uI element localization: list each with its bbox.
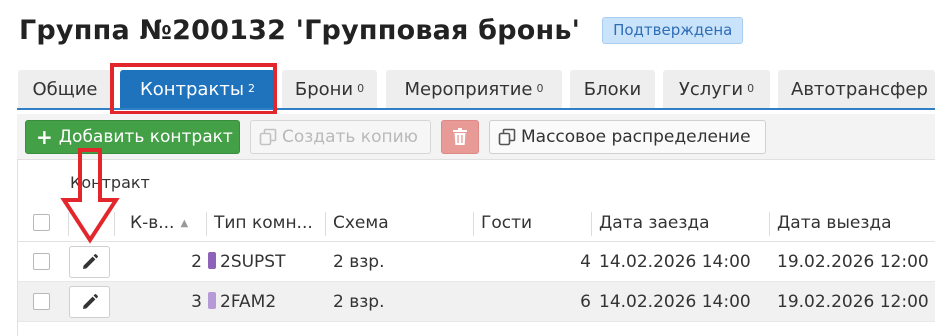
room-color-swatch — [208, 292, 216, 309]
mass-distribution-button[interactable]: Массовое распределение — [489, 120, 766, 154]
checkin-cell: 14.02.2026 14:00 — [599, 292, 751, 312]
red-arrow-annotation — [60, 148, 120, 244]
tab-count: 0 — [747, 82, 755, 95]
tab-label: Услуги — [678, 79, 744, 100]
tab-label: Мероприятие — [404, 79, 533, 100]
guests-cell: 6 — [580, 292, 591, 312]
page-title: Группа №200132 'Групповая бронь' — [19, 14, 581, 46]
column-header-guests[interactable]: Гости — [481, 204, 591, 242]
tab-label: Брони — [294, 79, 354, 100]
column-header-label: К-в... — [130, 213, 175, 233]
tab-services[interactable]: Услуги 0 — [663, 70, 770, 109]
tab-autotransfer[interactable]: Автотрансфер — [778, 70, 935, 109]
copy-icon — [498, 128, 516, 146]
edit-button[interactable] — [69, 286, 110, 318]
column-separator — [325, 212, 326, 236]
highlight-box — [110, 63, 277, 115]
pencil-icon — [82, 254, 98, 269]
column-header-qty[interactable]: К-в... ▲ — [130, 204, 208, 242]
tab-general[interactable]: Общие — [18, 70, 112, 109]
pencil-icon — [82, 294, 98, 309]
row-checkbox[interactable] — [33, 293, 50, 310]
tab-bookings[interactable]: Брони 0 — [282, 70, 377, 109]
trash-icon — [453, 128, 467, 145]
plus-icon: + — [36, 125, 53, 149]
checkout-cell: 19.02.2026 12:00 — [777, 292, 929, 312]
row-checkbox[interactable] — [33, 253, 50, 270]
copy-icon — [259, 128, 277, 146]
add-contract-button[interactable]: + Добавить контракт — [25, 120, 240, 154]
sort-up-icon: ▲ — [180, 218, 189, 229]
tab-event[interactable]: Мероприятие 0 — [386, 70, 562, 109]
tab-label: Блоки — [583, 79, 642, 100]
room-type-cell: 2SUPST — [208, 242, 324, 282]
qty-cell: 3 — [191, 292, 202, 312]
column-header-checkin[interactable]: Дата заезда — [599, 204, 769, 242]
table-row[interactable]: 2 2SUPST 2 взр. 4 14.02.2026 14:00 19.02… — [18, 242, 935, 282]
select-all-checkbox[interactable] — [33, 214, 50, 231]
mass-distribution-label: Массовое распределение — [521, 127, 751, 147]
tab-count: 0 — [357, 82, 365, 95]
toolbar: + Добавить контракт Создать копию Массов… — [17, 114, 935, 160]
table-row[interactable]: 3 2FAM2 2 взр. 6 14.02.2026 14:00 19.02.… — [18, 282, 935, 322]
checkout-cell: 19.02.2026 12:00 — [777, 252, 929, 272]
room-type-cell: 2FAM2 — [208, 282, 324, 322]
scheme-cell: 2 взр. — [333, 252, 385, 272]
create-copy-label: Создать копию — [282, 127, 418, 147]
tab-label: Автотрансфер — [791, 79, 928, 100]
tab-count: 0 — [536, 82, 544, 95]
column-separator — [206, 212, 207, 236]
room-type-label: 2FAM2 — [220, 292, 277, 312]
column-header-scheme[interactable]: Схема — [333, 204, 473, 242]
column-separator — [473, 212, 474, 236]
title-row: Группа №200132 'Групповая бронь' Подтвер… — [19, 10, 744, 50]
add-contract-label: Добавить контракт — [58, 127, 233, 147]
room-color-swatch — [208, 252, 216, 269]
qty-cell: 2 — [191, 252, 202, 272]
tab-blocks[interactable]: Блоки — [570, 70, 655, 109]
guests-cell: 4 — [580, 252, 591, 272]
edit-button[interactable] — [69, 246, 110, 278]
contracts-grid: Контракт К-в... ▲ Тип комн... Схема Гости… — [17, 160, 935, 336]
column-separator — [591, 212, 592, 236]
status-badge: Подтверждена — [602, 16, 744, 44]
scheme-cell: 2 взр. — [333, 292, 385, 312]
column-header-row: К-в... ▲ Тип комн... Схема Гости Дата зае… — [18, 204, 935, 242]
delete-button[interactable] — [441, 120, 479, 154]
column-separator — [769, 212, 770, 236]
room-type-label: 2SUPST — [220, 252, 286, 272]
column-header-room-type[interactable]: Тип комн... — [214, 204, 326, 242]
column-header-checkout[interactable]: Дата выезда — [777, 204, 935, 242]
create-copy-button[interactable]: Создать копию — [250, 120, 431, 154]
checkin-cell: 14.02.2026 14:00 — [599, 252, 751, 272]
tab-label: Общие — [32, 79, 98, 100]
